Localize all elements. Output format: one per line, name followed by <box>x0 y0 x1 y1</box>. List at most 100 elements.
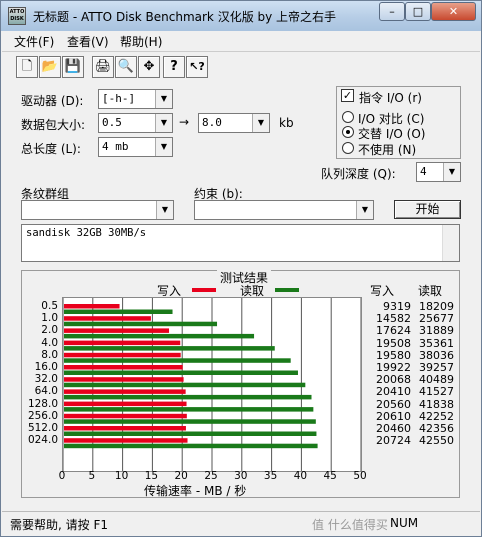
read-value: 42550 <box>419 434 454 448</box>
chevron-down-icon[interactable]: ▼ <box>156 201 173 219</box>
io-compare-radio[interactable] <box>342 111 354 123</box>
write-bar <box>64 413 187 419</box>
write-value: 19508 <box>376 336 411 350</box>
num-lock-indicator: NUM <box>390 516 419 530</box>
print-icon[interactable]: 🖨 <box>92 56 114 78</box>
size-from-value: 0.5 <box>102 116 122 129</box>
menu-file[interactable]: 文件(F) <box>14 33 54 50</box>
write-value: 20560 <box>376 397 411 411</box>
read-bar <box>64 394 312 400</box>
description-text: sandisk 32GB 30MB/s <box>26 227 147 239</box>
read-bar <box>64 382 306 388</box>
y-tick-label: 1.0 <box>41 312 58 325</box>
transfer-size-label: 数据包大小: <box>21 118 86 132</box>
chevron-down-icon[interactable]: ▼ <box>443 163 460 181</box>
x-tick-label: 40 <box>293 470 308 482</box>
print-preview-icon[interactable]: 🔍 <box>115 56 137 78</box>
write-bar <box>64 401 187 407</box>
y-tick-label: 128.0 <box>27 397 58 410</box>
context-help-icon[interactable]: ↖? <box>186 56 208 78</box>
start-button[interactable]: 开始 <box>394 200 461 219</box>
move-icon[interactable]: ✥ <box>138 56 160 78</box>
write-column-header: 写入 <box>370 284 395 298</box>
read-value: 40489 <box>419 373 454 387</box>
status-help-text: 需要帮助, 请按 F1 <box>10 518 108 532</box>
arrow-right-icon: → <box>179 115 190 129</box>
results-group: 测试结果 写入 读取 写入 读取 0.5 1.0 2.0 4.0 8.0 16.0 32.0… <box>21 269 460 498</box>
write-bar <box>64 438 188 443</box>
chart-plot-area <box>62 297 362 472</box>
menu-view[interactable]: 查看(V) <box>67 33 109 50</box>
app-icon: ATTO DISK <box>8 7 26 25</box>
drive-select[interactable]: [-h-] ▼ <box>98 89 173 109</box>
write-value: 20410 <box>376 385 411 399</box>
help-icon[interactable]: ? <box>163 56 185 78</box>
x-tick-label: 35 <box>263 470 278 482</box>
read-value: 41838 <box>419 397 454 411</box>
read-bar <box>64 346 275 351</box>
x-tick-label: 50 <box>353 470 367 482</box>
write-value: 19580 <box>376 348 411 362</box>
write-bar <box>64 365 183 370</box>
queue-depth-value: 4 <box>420 165 427 178</box>
write-bar <box>64 304 120 309</box>
size-from-select[interactable]: 0.5 ▼ <box>98 113 173 133</box>
read-value: 41527 <box>419 385 454 399</box>
total-length-label: 总长度 (L): <box>21 142 81 156</box>
x-tick-label: 30 <box>234 470 248 482</box>
chevron-down-icon[interactable]: ▼ <box>155 138 172 156</box>
constraint-select[interactable]: ▼ <box>194 200 374 220</box>
legend-read-swatch <box>275 288 299 292</box>
legend-write-swatch <box>192 288 216 292</box>
x-tick-label: 5 <box>88 470 96 482</box>
size-to-select[interactable]: 8.0 ▼ <box>198 113 270 133</box>
drive-value: [-h-] <box>102 92 136 105</box>
queue-depth-label: 队列深度 (Q): <box>321 167 396 181</box>
radio-dot <box>346 130 350 134</box>
description-scrollbar[interactable] <box>442 225 459 261</box>
window-title: 无标题 - ATTO Disk Benchmark 汉化版 by 上帝之右手 <box>33 10 337 24</box>
chevron-down-icon[interactable]: ▼ <box>155 114 172 132</box>
write-bar <box>64 352 181 358</box>
write-value: 17624 <box>376 324 411 338</box>
chevron-down-icon[interactable]: ▼ <box>252 114 269 132</box>
open-icon[interactable]: 📂 <box>39 56 61 78</box>
y-tick-label: 2.0 <box>41 324 58 337</box>
chevron-down-icon[interactable]: ▼ <box>155 90 172 108</box>
read-bar <box>64 358 291 363</box>
title-bar[interactable]: ATTO DISK 无标题 - ATTO Disk Benchmark 汉化版 … <box>1 1 481 31</box>
x-axis-title: 传输速率 - MB / 秒 <box>144 484 247 498</box>
neither-radio[interactable] <box>342 142 354 154</box>
direct-io-checkbox[interactable]: ✓ <box>341 89 354 102</box>
y-tick-label: 32.0 <box>34 373 58 386</box>
y-tick-label: 8.0 <box>41 348 58 361</box>
read-bar <box>64 321 218 327</box>
write-bar <box>64 340 181 346</box>
read-value: 39257 <box>419 361 454 374</box>
y-tick-label: 256.0 <box>27 409 58 422</box>
size-unit: kb <box>279 116 294 130</box>
overlap-io-radio[interactable] <box>342 126 354 138</box>
total-length-select[interactable]: 4 mb ▼ <box>98 137 173 157</box>
close-button[interactable]: ✕ <box>431 2 476 21</box>
read-value: 38036 <box>419 348 454 362</box>
description-textarea[interactable]: sandisk 32GB 30MB/s <box>21 224 460 262</box>
y-tick-label: 16.0 <box>34 361 58 373</box>
x-tick-label: 20 <box>174 470 188 482</box>
chevron-down-icon[interactable]: ▼ <box>356 201 373 219</box>
write-bar <box>64 377 184 382</box>
y-tick-label: 0.5 <box>41 300 58 312</box>
read-value: 35361 <box>419 336 454 350</box>
x-tick-label: 25 <box>204 470 218 482</box>
y-tick-label: 4.0 <box>41 336 58 349</box>
minimize-button[interactable]: – <box>379 2 405 21</box>
y-tick-label: 512.0 <box>27 422 58 434</box>
write-value: 9319 <box>383 300 411 313</box>
read-bar <box>64 333 255 339</box>
new-icon[interactable]: 🗋 <box>16 56 38 78</box>
menu-help[interactable]: 帮助(H) <box>120 33 162 50</box>
stripe-group-select[interactable]: ▼ <box>21 200 174 220</box>
save-icon[interactable]: 💾 <box>62 56 84 78</box>
queue-depth-select[interactable]: 4 ▼ <box>416 162 461 182</box>
maximize-button[interactable]: □ <box>405 2 431 21</box>
